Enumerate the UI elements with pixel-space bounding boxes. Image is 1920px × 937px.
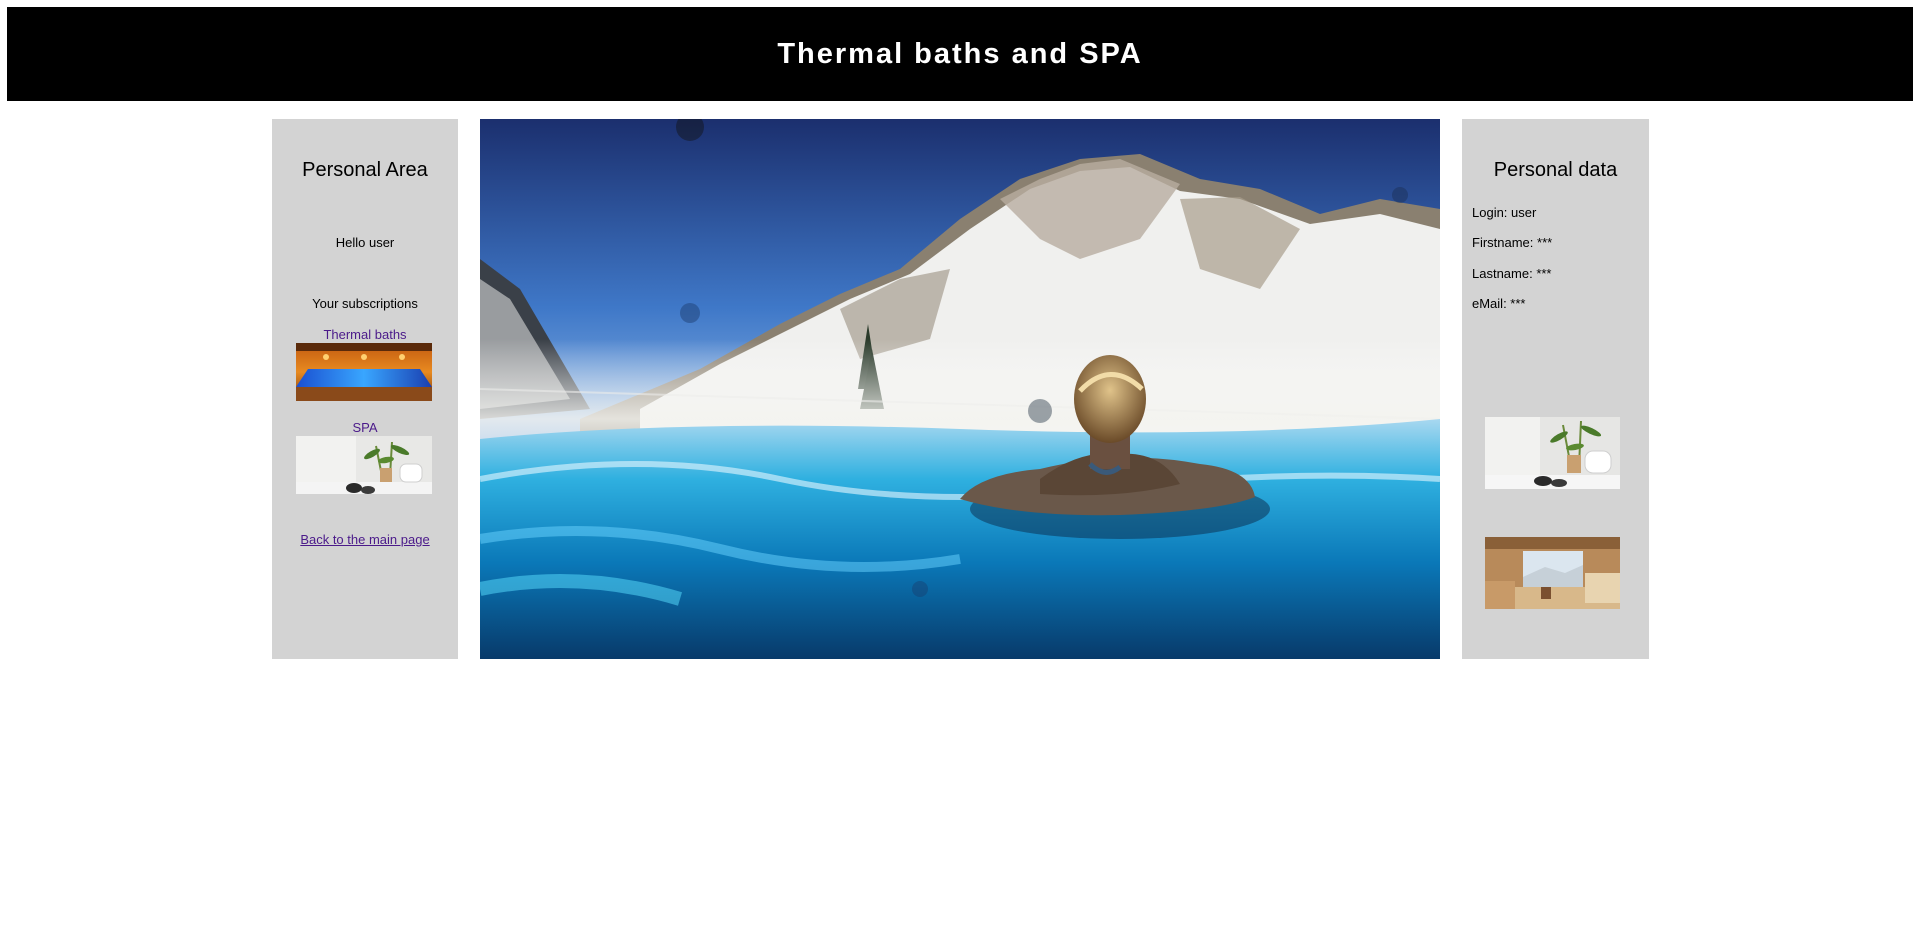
back-to-main-page-link[interactable]: Back to the main page	[272, 532, 458, 547]
greeting-text: Hello user	[335, 235, 395, 250]
personal-data-title: Personal data	[1493, 159, 1618, 181]
login-field: Login: user	[1472, 205, 1537, 220]
personal-data-panel: Personal data Login: user Firstname: ***…	[1462, 119, 1649, 659]
lastname-field: Lastname: ***	[1472, 266, 1552, 281]
spa-image	[1485, 417, 1620, 489]
spa-thumbnail[interactable]	[296, 436, 432, 494]
sauna-image	[1485, 537, 1620, 609]
subscription-link-spa[interactable]: SPA	[272, 420, 458, 435]
site-header: Thermal baths and SPA	[7, 7, 1913, 101]
thermal-baths-thumbnail[interactable]	[296, 343, 432, 401]
email-field: eMail: ***	[1472, 296, 1526, 311]
personal-area-title: Personal Area	[302, 159, 428, 181]
firstname-field: Firstname: ***	[1472, 235, 1553, 250]
personal-area-panel: Personal Area Hello user Your subscripti…	[272, 119, 458, 659]
subscriptions-heading: Your subscriptions	[312, 296, 418, 311]
subscription-link-thermal-baths[interactable]: Thermal baths	[272, 327, 458, 342]
hero-image	[480, 119, 1440, 659]
site-title: Thermal baths and SPA	[777, 37, 1143, 70]
